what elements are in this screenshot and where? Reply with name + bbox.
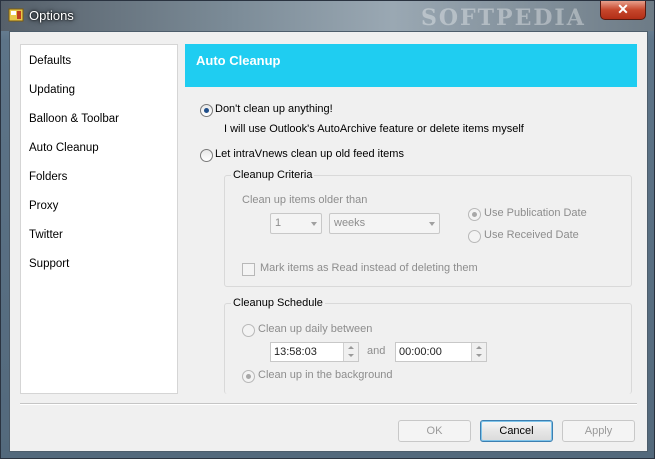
spin-down-icon[interactable] bbox=[476, 354, 482, 357]
no-cleanup-description: I will use Outlook's AutoArchive feature… bbox=[224, 123, 524, 135]
sidebar-item-twitter[interactable]: Twitter bbox=[29, 226, 63, 244]
count-value: 1 bbox=[275, 217, 282, 229]
start-time-spin-buttons[interactable] bbox=[343, 343, 358, 361]
older-than-count-select[interactable]: 1 bbox=[270, 213, 322, 234]
mark-as-read-label[interactable]: Mark items as Read instead of deleting t… bbox=[260, 262, 478, 274]
app-icon bbox=[8, 8, 24, 22]
use-received-date-radio[interactable] bbox=[468, 230, 481, 243]
no-cleanup-label[interactable]: Don't clean up anything! bbox=[215, 103, 333, 115]
sidebar-item-proxy[interactable]: Proxy bbox=[29, 197, 58, 215]
spin-up-icon[interactable] bbox=[476, 346, 482, 349]
sidebar-item-updating[interactable]: Updating bbox=[29, 81, 75, 99]
end-time-spin-buttons[interactable] bbox=[471, 343, 486, 361]
use-publication-date-radio[interactable] bbox=[468, 208, 481, 221]
intravnews-cleanup-label[interactable]: Let intraVnews clean up old feed items bbox=[215, 148, 404, 160]
sidebar-item-defaults[interactable]: Defaults bbox=[29, 52, 71, 70]
auto-cleanup-panel: Auto Cleanup Don't clean up anything! I … bbox=[185, 44, 637, 394]
spin-up-icon[interactable] bbox=[348, 346, 354, 349]
unit-value: weeks bbox=[334, 217, 366, 229]
start-time-spinner[interactable]: 13:58:03 bbox=[270, 342, 359, 362]
chevron-down-icon bbox=[429, 222, 435, 226]
title-bar[interactable]: Options SOFTPEDIA ✕ bbox=[1, 1, 654, 31]
sidebar-item-support[interactable]: Support bbox=[29, 255, 69, 273]
intravnews-cleanup-radio[interactable] bbox=[200, 149, 213, 162]
apply-button[interactable]: Apply bbox=[562, 420, 635, 442]
no-cleanup-radio[interactable] bbox=[200, 104, 213, 117]
close-button[interactable]: ✕ bbox=[600, 1, 646, 20]
clean-up-daily-radio[interactable] bbox=[242, 324, 255, 337]
options-window: Options SOFTPEDIA ✕ Defaults Updating Ba… bbox=[0, 0, 655, 459]
older-than-label: Clean up items older than bbox=[242, 194, 368, 206]
chevron-down-icon bbox=[311, 222, 317, 226]
footer-divider bbox=[20, 403, 637, 405]
start-time-value: 13:58:03 bbox=[274, 346, 317, 358]
sidebar-item-folders[interactable]: Folders bbox=[29, 168, 67, 186]
settings-sidebar: Defaults Updating Balloon & Toolbar Auto… bbox=[20, 44, 178, 394]
use-received-date-label[interactable]: Use Received Date bbox=[484, 229, 579, 241]
clean-up-daily-label[interactable]: Clean up daily between bbox=[258, 323, 372, 335]
cleanup-schedule-title: Cleanup Schedule bbox=[231, 297, 325, 309]
use-publication-date-label[interactable]: Use Publication Date bbox=[484, 207, 587, 219]
softpedia-watermark: SOFTPEDIA bbox=[421, 5, 586, 31]
end-time-value: 00:00:00 bbox=[399, 346, 442, 358]
dialog-client-area: Defaults Updating Balloon & Toolbar Auto… bbox=[9, 31, 648, 452]
ok-button[interactable]: OK bbox=[398, 420, 471, 442]
cleanup-schedule-group: Cleanup Schedule Clean up daily between … bbox=[224, 297, 632, 394]
and-label: and bbox=[367, 345, 386, 357]
cleanup-criteria-group: Cleanup Criteria Clean up items older th… bbox=[224, 169, 632, 287]
clean-up-background-label[interactable]: Clean up in the background bbox=[258, 369, 393, 381]
end-time-spinner[interactable]: 00:00:00 bbox=[395, 342, 487, 362]
close-icon: ✕ bbox=[617, 1, 629, 17]
panel-header: Auto Cleanup bbox=[185, 44, 637, 87]
mark-as-read-checkbox[interactable] bbox=[242, 263, 255, 276]
cancel-button[interactable]: Cancel bbox=[480, 420, 553, 442]
spin-down-icon[interactable] bbox=[348, 354, 354, 357]
sidebar-item-auto-cleanup[interactable]: Auto Cleanup bbox=[29, 139, 99, 157]
sidebar-item-balloon-toolbar[interactable]: Balloon & Toolbar bbox=[29, 110, 119, 128]
panel-title: Auto Cleanup bbox=[196, 53, 281, 68]
cleanup-criteria-title: Cleanup Criteria bbox=[231, 169, 315, 181]
older-than-unit-select[interactable]: weeks bbox=[329, 213, 440, 234]
window-title: Options bbox=[29, 8, 74, 23]
clean-up-background-radio[interactable] bbox=[242, 370, 255, 383]
